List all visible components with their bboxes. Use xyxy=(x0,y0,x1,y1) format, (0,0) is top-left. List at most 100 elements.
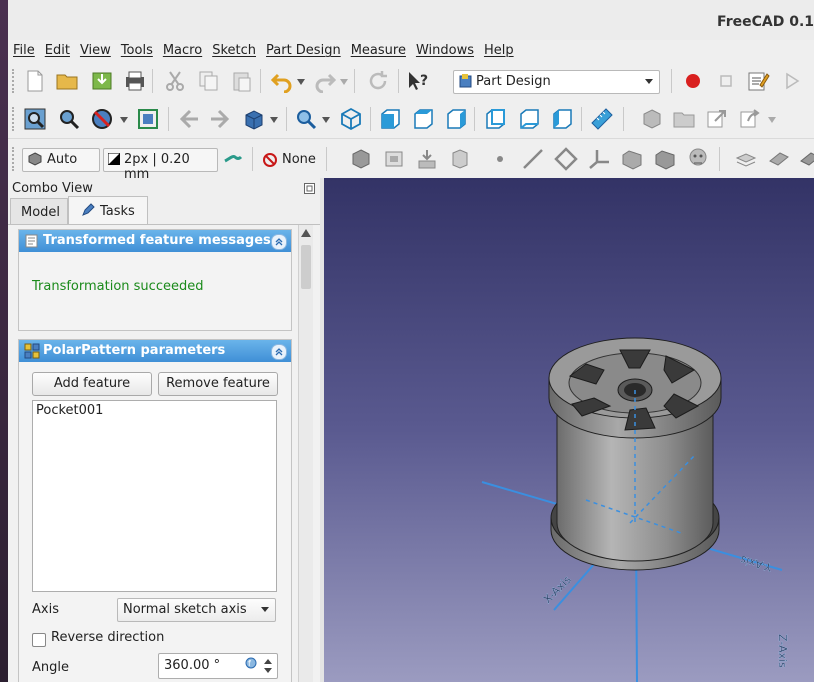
select-vertices-icon[interactable] xyxy=(448,147,472,171)
refresh-icon[interactable] xyxy=(366,69,390,93)
draw-style-auto-button[interactable]: Auto xyxy=(22,148,100,172)
fit-selection-icon[interactable] xyxy=(57,107,81,131)
bottom-view-icon[interactable] xyxy=(517,107,541,131)
map-sketch-icon[interactable] xyxy=(798,147,814,171)
nav-forward-icon[interactable] xyxy=(209,107,233,131)
measure-distance-icon[interactable] xyxy=(590,107,614,131)
fit-all-icon[interactable] xyxy=(23,107,47,131)
zoom-dropdown-icon[interactable] xyxy=(322,117,330,123)
axis-labels: X-Axis Y-Axis Z-Axis xyxy=(541,553,789,669)
toolbar-view xyxy=(8,100,814,139)
spin-arrows-icon[interactable] xyxy=(263,656,273,676)
right-view-icon[interactable] xyxy=(444,107,468,131)
paste-icon[interactable] xyxy=(230,69,254,93)
subshape-binder-icon[interactable] xyxy=(653,147,677,171)
undock-icon[interactable] xyxy=(304,183,315,194)
macro-stop-icon[interactable] xyxy=(714,69,738,93)
create-group-icon[interactable] xyxy=(672,107,696,131)
std-views-dropdown-icon[interactable] xyxy=(270,117,278,123)
menu-part-design[interactable]: Part Design xyxy=(261,40,346,58)
plane-icon[interactable] xyxy=(554,147,578,171)
line-icon[interactable] xyxy=(521,147,545,171)
copy-icon[interactable] xyxy=(197,69,221,93)
features-list[interactable]: Pocket001 xyxy=(32,400,277,592)
angle-spinbox[interactable]: 360.00 ° f xyxy=(158,653,278,679)
create-part-icon[interactable] xyxy=(640,107,664,131)
menu-view[interactable]: View xyxy=(75,40,116,58)
clone-icon[interactable] xyxy=(686,147,710,171)
menu-windows[interactable]: Windows xyxy=(411,40,479,58)
nav-back-icon[interactable] xyxy=(176,107,200,131)
menu-tools[interactable]: Tools xyxy=(116,40,158,58)
save-icon[interactable] xyxy=(90,69,114,93)
zoom-icon[interactable] xyxy=(294,107,318,131)
select-solids-icon[interactable] xyxy=(349,147,373,171)
shape-binder-icon[interactable] xyxy=(620,147,644,171)
desktop-background xyxy=(0,0,8,682)
collapse-icon[interactable] xyxy=(271,234,287,250)
link-actions-dropdown-icon[interactable] xyxy=(768,117,776,123)
undo-dropdown-icon[interactable] xyxy=(297,79,305,85)
menu-file[interactable]: File xyxy=(8,40,40,58)
add-feature-button[interactable]: Add feature xyxy=(32,372,152,396)
open-folder-icon[interactable] xyxy=(55,69,79,93)
tab-tasks[interactable]: Tasks xyxy=(68,196,148,225)
task-panel: Transformed feature messages Transformat… xyxy=(8,224,320,682)
new-document-icon[interactable] xyxy=(23,69,47,93)
scroll-thumb[interactable] xyxy=(301,245,311,289)
macro-edit-icon[interactable] xyxy=(746,69,770,93)
menu-measure[interactable]: Measure xyxy=(346,40,411,58)
remove-feature-button[interactable]: Remove feature xyxy=(158,372,278,396)
axis-select[interactable]: Normal sketch axis xyxy=(117,598,276,622)
macro-record-icon[interactable] xyxy=(681,69,705,93)
line-width-button[interactable]: 2px | 0.20 mm xyxy=(103,148,218,182)
window-title: FreeCAD 0.1 xyxy=(717,14,814,30)
validate-sketch-icon[interactable] xyxy=(767,147,791,171)
polar-pattern-box-header[interactable]: PolarPattern parameters xyxy=(19,340,291,362)
reverse-direction-checkbox[interactable] xyxy=(32,633,46,647)
draw-style-dropdown-icon[interactable] xyxy=(120,117,128,123)
redo-icon[interactable] xyxy=(313,69,337,93)
menu-edit[interactable]: Edit xyxy=(40,40,75,58)
toolbar-grip[interactable] xyxy=(12,69,17,93)
macro-run-icon[interactable] xyxy=(780,69,804,93)
messages-box-header[interactable]: Transformed feature messages xyxy=(19,230,291,252)
point-icon[interactable] xyxy=(488,147,512,171)
left-view-icon[interactable] xyxy=(550,107,574,131)
menu-sketch[interactable]: Sketch xyxy=(207,40,261,58)
whats-this-icon[interactable]: ? xyxy=(406,69,430,93)
front-view-icon[interactable] xyxy=(378,107,402,131)
undo-icon[interactable] xyxy=(270,69,294,93)
3d-viewport[interactable]: X-Axis Y-Axis Z-Axis xyxy=(324,178,814,682)
toolbar-grip[interactable] xyxy=(12,147,17,171)
menu-help[interactable]: Help xyxy=(479,40,519,58)
link-actions-icon[interactable] xyxy=(738,107,762,131)
expression-icon[interactable]: f xyxy=(245,657,257,669)
redo-dropdown-icon[interactable] xyxy=(340,79,348,85)
draw-style-icon[interactable] xyxy=(90,107,114,131)
select-edges-icon[interactable] xyxy=(415,147,439,171)
std-views-icon[interactable] xyxy=(242,107,266,131)
chevron-down-icon xyxy=(261,607,269,612)
selection-filter-label[interactable]: None xyxy=(282,152,316,167)
cut-icon[interactable] xyxy=(163,69,187,93)
bounding-box-icon[interactable] xyxy=(136,107,160,131)
task-panel-scrollbar[interactable] xyxy=(298,225,313,682)
local-cs-icon[interactable] xyxy=(587,147,611,171)
create-sketch-icon[interactable] xyxy=(734,147,758,171)
selection-style-icon[interactable] xyxy=(221,147,245,171)
rear-view-icon[interactable] xyxy=(483,107,507,131)
scroll-up-icon[interactable] xyxy=(301,229,311,237)
selection-filter-none-icon[interactable] xyxy=(262,152,278,168)
tab-model[interactable]: Model xyxy=(10,198,68,225)
isometric-view-icon[interactable] xyxy=(339,107,363,131)
toolbar-grip[interactable] xyxy=(12,107,17,131)
collapse-icon[interactable] xyxy=(271,344,287,360)
workbench-selector[interactable]: Part Design xyxy=(453,70,660,94)
top-view-icon[interactable] xyxy=(411,107,435,131)
create-link-icon[interactable] xyxy=(705,107,729,131)
menu-macro[interactable]: Macro xyxy=(158,40,207,58)
select-faces-icon[interactable] xyxy=(382,147,406,171)
print-icon[interactable] xyxy=(123,69,147,93)
list-item[interactable]: Pocket001 xyxy=(36,403,103,418)
